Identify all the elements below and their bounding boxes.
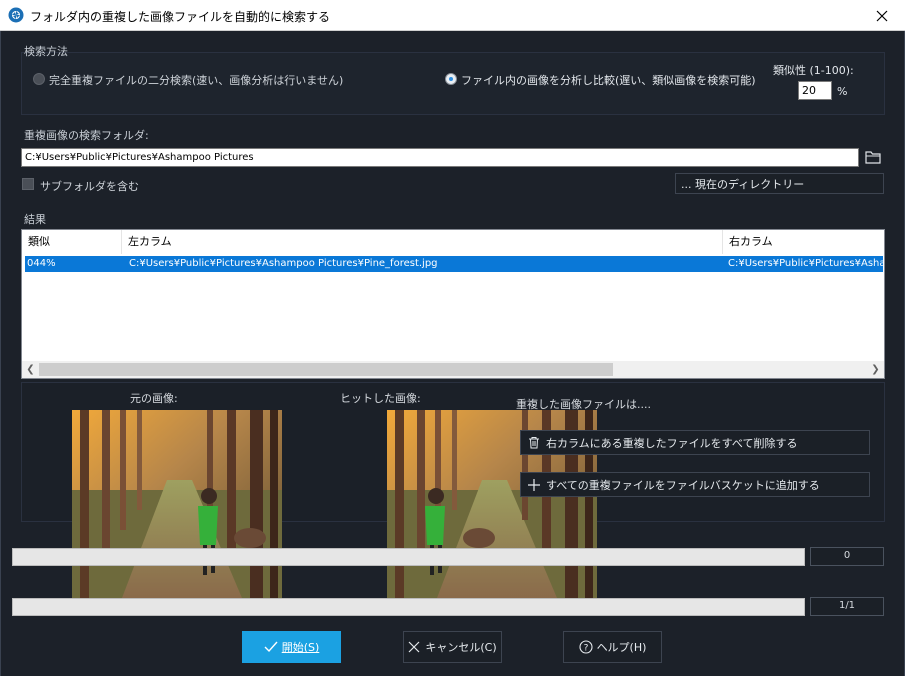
start-label: 開始(S) bbox=[281, 641, 320, 654]
radio-analyze-compare[interactable] bbox=[445, 73, 457, 85]
column-header-similarity[interactable]: 類似 bbox=[22, 230, 122, 254]
row-right-path: C:¥Users¥Public¥Pictures¥Asham bbox=[728, 258, 883, 269]
trash-icon bbox=[528, 436, 540, 449]
include-subfolders-label: サブフォルダを含む bbox=[40, 180, 139, 193]
search-folder-label: 重複画像の検索フォルダ: bbox=[24, 129, 149, 142]
column-header-right[interactable]: 右カラム bbox=[723, 230, 885, 254]
row-similarity: 044% bbox=[27, 258, 56, 269]
progress-value-2: 1/1 bbox=[810, 597, 884, 616]
column-header-left[interactable]: 左カラム bbox=[122, 230, 723, 254]
progress-bar-2 bbox=[12, 598, 805, 616]
cancel-label: キャンセル(C) bbox=[425, 641, 497, 654]
delete-duplicates-label: 右カラムにある重複したファイルをすべて削除する bbox=[546, 436, 798, 450]
scroll-right-icon[interactable]: ❯ bbox=[867, 361, 884, 378]
duplicates-label: 重複した画像ファイルは.... bbox=[516, 398, 651, 411]
scrollbar-thumb[interactable] bbox=[39, 363, 613, 376]
folder-path-input[interactable]: C:¥Users¥Public¥Pictures¥Ashampoo Pictur… bbox=[21, 148, 859, 167]
close-icon[interactable] bbox=[859, 0, 905, 31]
row-left-path: C:¥Users¥Public¥Pictures¥Ashampoo Pictur… bbox=[129, 258, 438, 269]
similarity-label: 類似性 (1-100): bbox=[773, 64, 854, 77]
radio-binary-label: 完全重複ファイルの二分検索(速い、画像分析は行いません) bbox=[49, 74, 344, 87]
radio-binary-search[interactable] bbox=[33, 73, 45, 85]
similarity-unit: % bbox=[837, 85, 848, 98]
add-to-basket-button[interactable]: すべての重複ファイルをファイルバスケットに追加する bbox=[520, 472, 870, 497]
app-aperture-icon bbox=[8, 7, 24, 23]
current-directory-button[interactable]: ... 現在のディレクトリー bbox=[675, 173, 884, 194]
scroll-left-icon[interactable]: ❮ bbox=[22, 361, 39, 378]
results-list[interactable]: 類似 左カラム 右カラム 044% C:¥Users¥Public¥Pictur… bbox=[21, 229, 885, 379]
delete-duplicates-button[interactable]: 右カラムにある重複したファイルをすべて削除する bbox=[520, 430, 870, 455]
progress-value-1: 0 bbox=[810, 547, 884, 566]
original-image bbox=[72, 410, 282, 598]
progress-bar-1 bbox=[12, 548, 805, 566]
table-row[interactable]: 044% C:¥Users¥Public¥Pictures¥Ashampoo P… bbox=[25, 256, 883, 272]
radio-analyze-label: ファイル内の画像を分析し比較(遅い、類似画像を検索可能) bbox=[461, 74, 756, 87]
horizontal-scrollbar[interactable]: ❮ ❯ bbox=[22, 361, 884, 378]
help-label: ヘルプ(H) bbox=[596, 641, 647, 654]
cancel-button[interactable]: キャンセル(C) bbox=[403, 631, 502, 663]
folder-browse-icon[interactable] bbox=[864, 149, 882, 165]
help-icon: ? bbox=[579, 640, 593, 654]
add-to-basket-label: すべての重複ファイルをファイルバスケットに追加する bbox=[546, 478, 820, 492]
close-x-icon bbox=[408, 641, 420, 653]
similarity-input[interactable]: 20 bbox=[798, 81, 832, 100]
check-icon bbox=[264, 641, 278, 653]
original-image-label: 元の画像: bbox=[130, 392, 178, 405]
search-method-label: 検索方法 bbox=[24, 45, 68, 58]
include-subfolders-checkbox[interactable] bbox=[22, 178, 34, 190]
plus-icon bbox=[528, 478, 540, 491]
window-title: フォルダ内の重複した画像ファイルを自動的に検索する bbox=[30, 10, 331, 24]
svg-text:?: ? bbox=[583, 644, 588, 654]
title-bar: フォルダ内の重複した画像ファイルを自動的に検索する bbox=[0, 0, 905, 31]
current-directory-label: ... 現在のディレクトリー bbox=[681, 177, 805, 191]
start-button[interactable]: 開始(S) bbox=[242, 631, 341, 663]
help-button[interactable]: ? ヘルプ(H) bbox=[563, 631, 662, 663]
results-label: 結果 bbox=[24, 213, 46, 226]
hit-image-label: ヒットした画像: bbox=[340, 392, 421, 405]
